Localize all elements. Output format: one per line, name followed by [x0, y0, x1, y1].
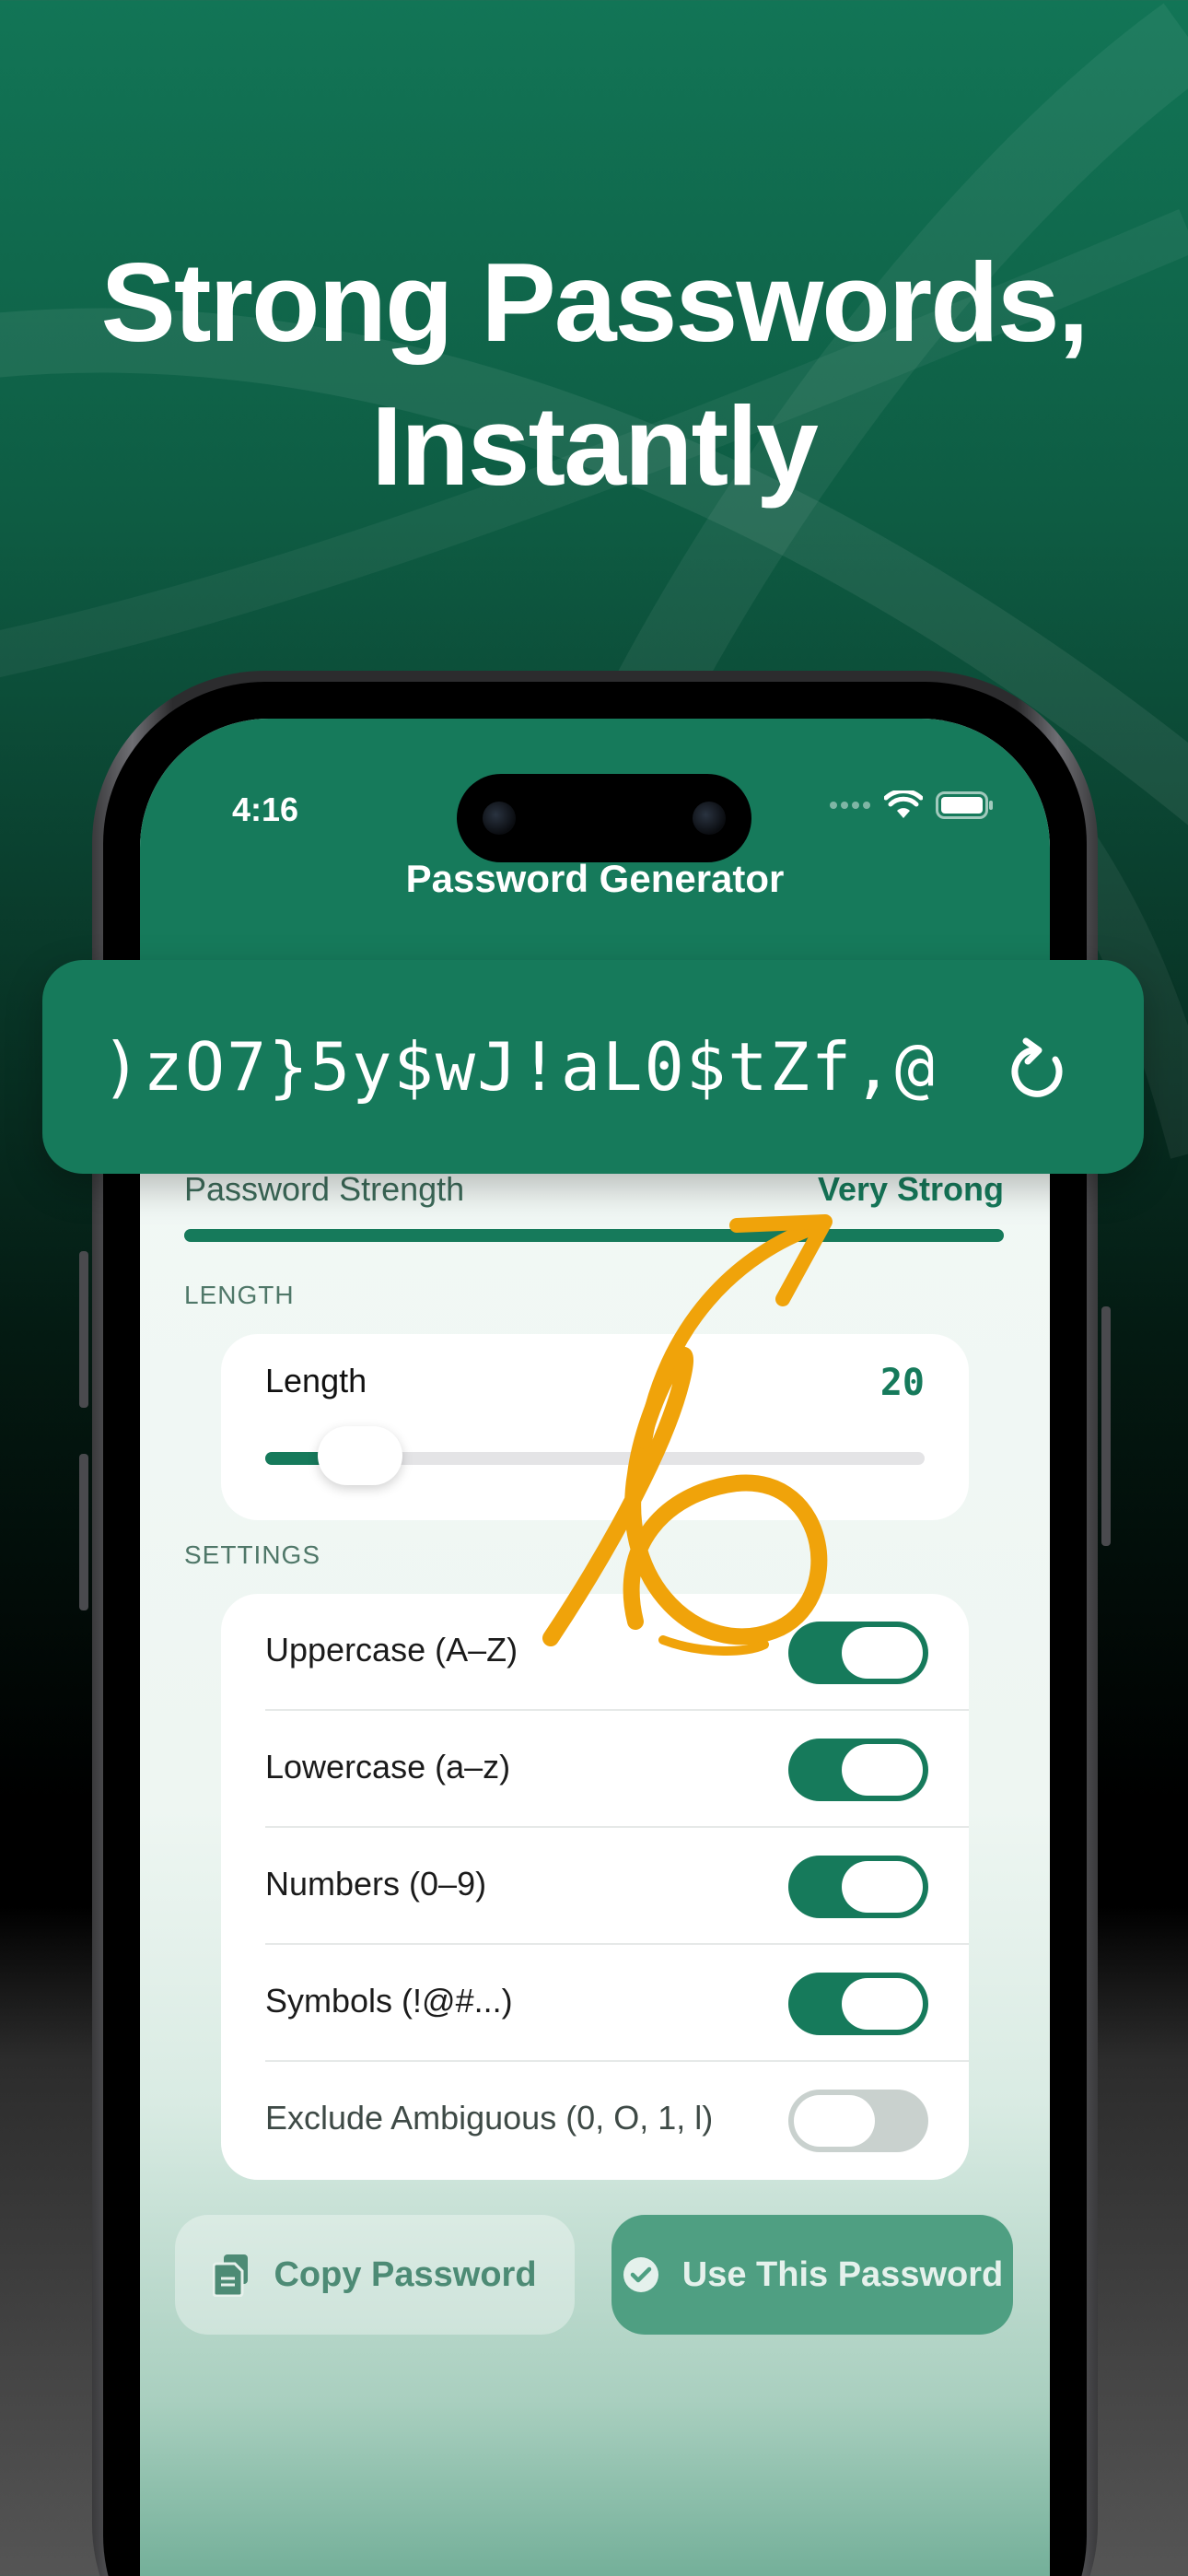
cellular-signal-icon: [830, 802, 870, 809]
setting-label: Symbols (!@#...): [265, 1982, 513, 2020]
island-camera: [693, 802, 726, 835]
length-label: Length: [265, 1362, 367, 1399]
setting-row-symbols: Symbols (!@#...): [221, 1945, 969, 2062]
marketing-headline: Strong Passwords, Instantly: [0, 230, 1188, 518]
toggle-knob: [794, 2095, 875, 2147]
setting-label: Lowercase (a–z): [265, 1748, 511, 1786]
length-card: Length 20: [221, 1334, 969, 1520]
phone-power-button: [1101, 1306, 1111, 1546]
strength-label: Password Strength: [184, 1170, 465, 1208]
length-value: 20: [879, 1362, 925, 1404]
toggle-knob: [842, 1861, 923, 1913]
copy-document-icon: [213, 2254, 249, 2297]
length-slider-thumb[interactable]: [318, 1426, 403, 1485]
nav-title: Password Generator: [405, 857, 785, 900]
island-sensor-left: [483, 802, 516, 835]
phone-volume-up-button: [79, 1454, 88, 1610]
toggle-knob: [842, 1978, 923, 2030]
status-icons: [829, 790, 995, 820]
symbols-toggle[interactable]: [788, 1973, 928, 2035]
lowercase-toggle[interactable]: [788, 1739, 928, 1801]
strength-value: Very Strong: [817, 1170, 1004, 1208]
phone-action-button: [79, 1251, 88, 1408]
use-password-label: Use This Password: [681, 2254, 1004, 2294]
strength-row: Password Strength Very Strong: [184, 1170, 1004, 1209]
wifi-icon: [884, 790, 923, 818]
copy-password-button[interactable]: Copy Password: [175, 2215, 575, 2335]
strength-meter-fill: [184, 1229, 1004, 1242]
use-password-button[interactable]: Use This Password: [611, 2215, 1013, 2335]
numbers-toggle[interactable]: [788, 1856, 928, 1918]
headline-line-2: Instantly: [371, 383, 819, 509]
strength-meter: [184, 1229, 1004, 1242]
setting-row-uppercase: Uppercase (A–Z): [221, 1594, 969, 1711]
password-display-card: )zO7}5y$wJ!aL0$tZf,@: [42, 960, 1144, 1174]
setting-row-numbers: Numbers (0–9): [221, 1828, 969, 1945]
settings-card: Uppercase (A–Z) Lowercase (a–z) Numbers …: [221, 1594, 969, 2180]
toggle-knob: [842, 1744, 923, 1796]
setting-row-lowercase: Lowercase (a–z): [221, 1711, 969, 1828]
setting-label: Exclude Ambiguous (0, O, 1, l): [265, 2099, 714, 2137]
settings-section-header: SETTINGS: [184, 1540, 321, 1569]
checkmark-circle-icon: [623, 2257, 658, 2292]
generated-password[interactable]: )zO7}5y$wJ!aL0$tZf,@: [101, 1028, 937, 1106]
battery-icon: [936, 791, 993, 819]
exclude-ambiguous-toggle[interactable]: [788, 2090, 928, 2152]
copy-password-label: Copy Password: [274, 2254, 537, 2294]
headline-line-1: Strong Passwords,: [100, 240, 1089, 365]
navigation-bar: 4:16 Password Generator: [140, 719, 1050, 986]
status-time: 4:16: [232, 790, 299, 828]
setting-label: Uppercase (A–Z): [265, 1631, 518, 1669]
setting-label: Numbers (0–9): [265, 1865, 487, 1903]
length-section-header: LENGTH: [184, 1281, 295, 1309]
uppercase-toggle[interactable]: [788, 1622, 928, 1684]
toggle-knob: [842, 1627, 923, 1679]
dynamic-island: [457, 774, 751, 862]
refresh-icon[interactable]: [1004, 1036, 1074, 1106]
setting-row-exclude-ambiguous: Exclude Ambiguous (0, O, 1, l): [221, 2062, 969, 2179]
